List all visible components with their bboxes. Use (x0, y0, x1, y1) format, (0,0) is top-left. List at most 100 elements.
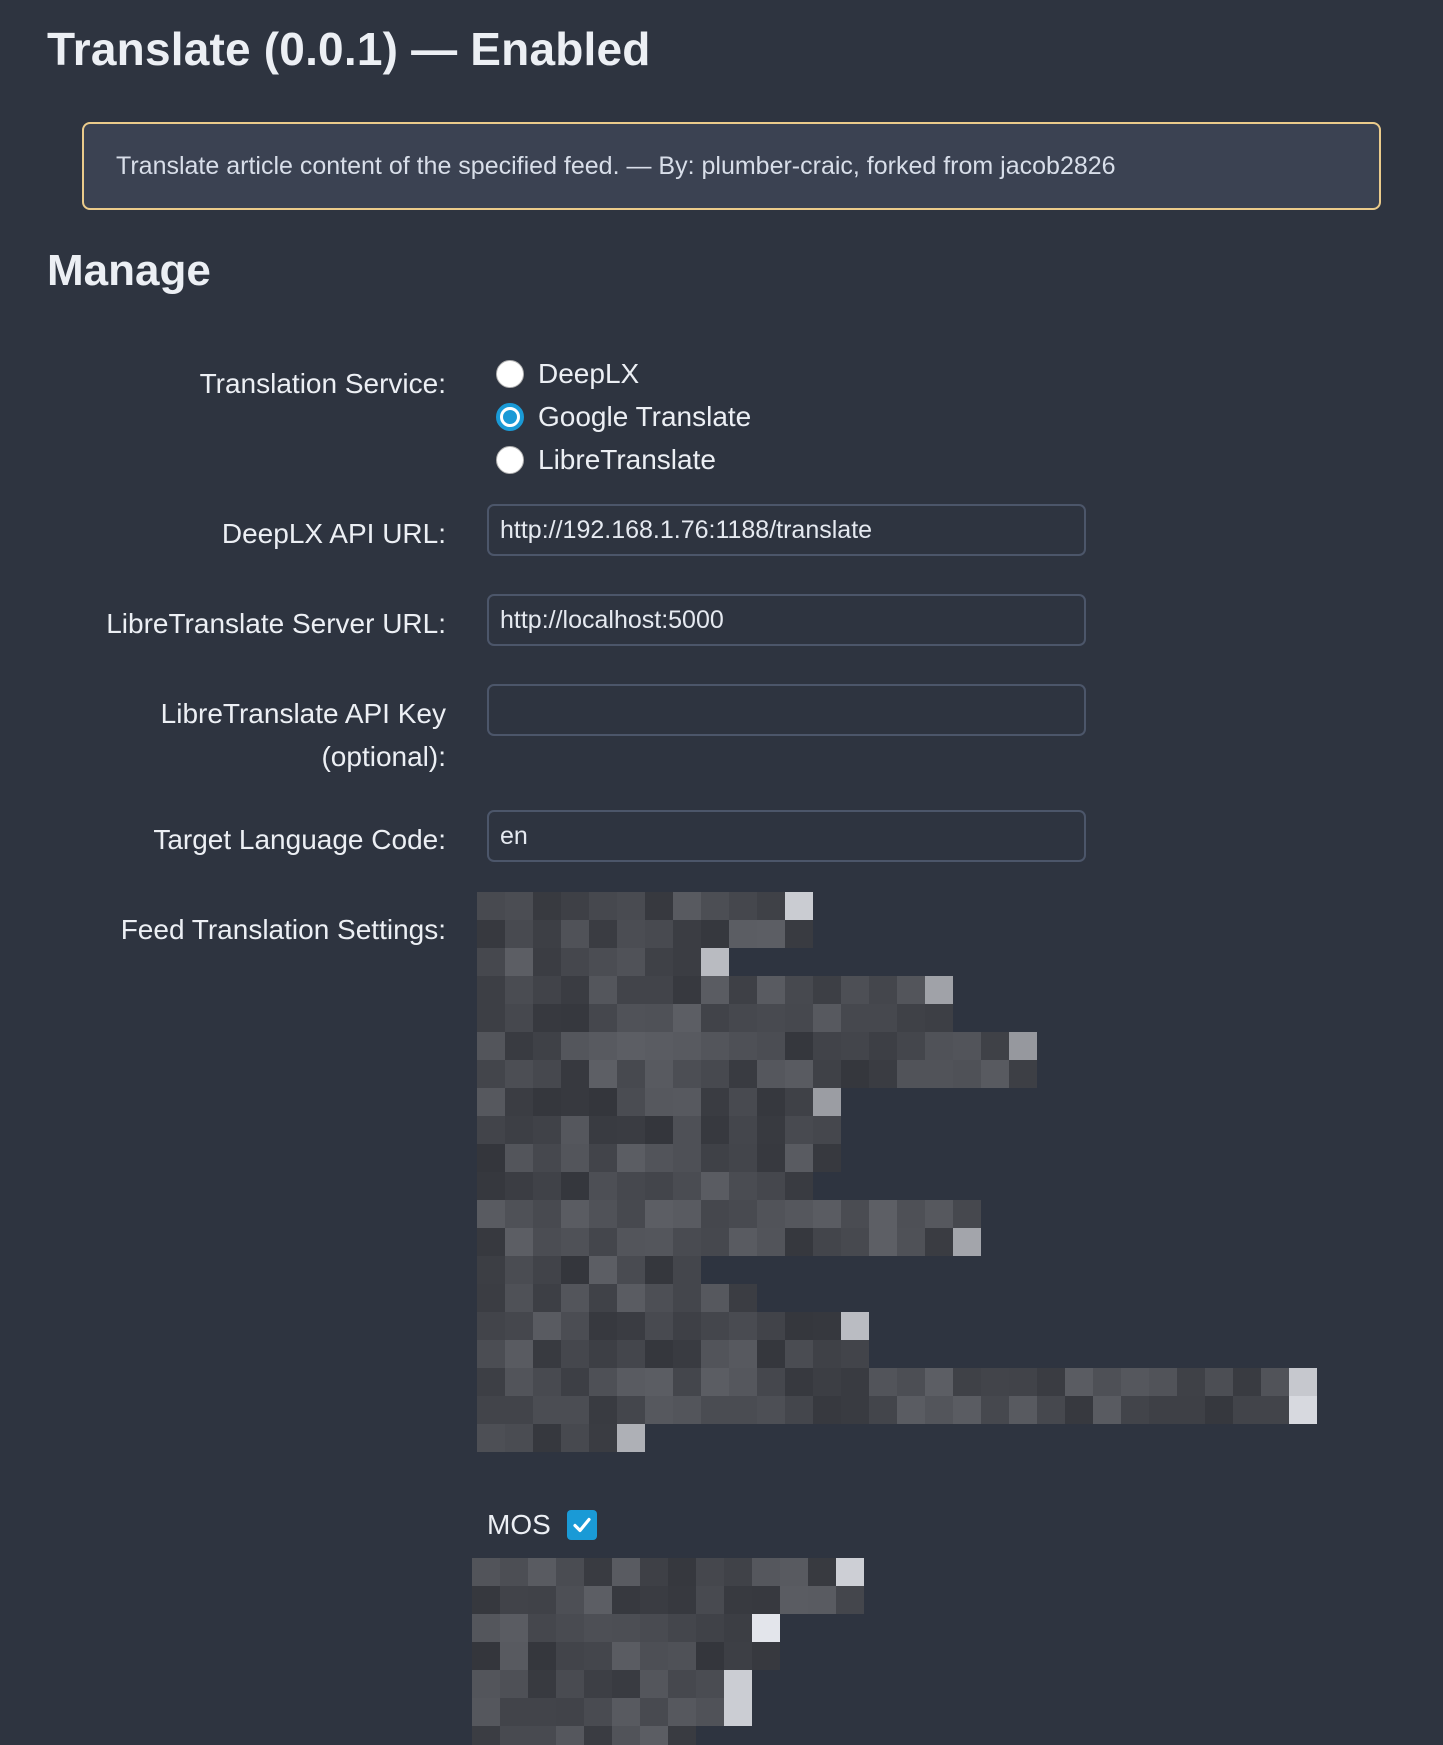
redacted-pixel (645, 948, 673, 976)
redacted-pixel (584, 1586, 612, 1614)
redacted-pixel (1121, 1368, 1149, 1396)
redacted-pixel (561, 1368, 589, 1396)
plugin-description-notice: Translate article content of the specifi… (82, 122, 1381, 210)
redacted-pixel (696, 1586, 724, 1614)
redacted-pixel (500, 1642, 528, 1670)
redacted-pixel (813, 1144, 841, 1172)
redacted-pixel (645, 1004, 673, 1032)
redacted-pixel (668, 1586, 696, 1614)
redacted-pixel (785, 1116, 813, 1144)
libretranslate-server-url-input[interactable] (487, 594, 1086, 646)
redacted-pixel (925, 1060, 953, 1088)
redacted-pixel (701, 1172, 729, 1200)
target-language-code-input[interactable] (487, 810, 1086, 862)
plugin-config-page: Translate (0.0.1) — Enabled Translate ar… (0, 0, 1443, 1745)
redacted-pixel (477, 1032, 505, 1060)
redacted-pixel (701, 1116, 729, 1144)
deeplx-api-url-input[interactable] (487, 504, 1086, 556)
redacted-pixel (612, 1558, 640, 1586)
redacted-pixel (673, 1144, 701, 1172)
redacted-pixel (813, 1396, 841, 1424)
redacted-pixel (724, 1698, 752, 1726)
redacted-pixel (617, 1340, 645, 1368)
redacted-pixel (561, 1200, 589, 1228)
redacted-pixel (612, 1586, 640, 1614)
redacted-pixel (1177, 1368, 1205, 1396)
redacted-pixel (500, 1586, 528, 1614)
redacted-pixel (701, 1368, 729, 1396)
radio-label-deeplx: DeepLX (538, 358, 640, 389)
radio-option-deeplx[interactable]: DeepLX (496, 356, 639, 392)
feed-item-mos[interactable]: MOS (487, 1505, 597, 1545)
radio-label-libretranslate: LibreTranslate (538, 444, 716, 475)
redacted-pixel (981, 1368, 1009, 1396)
redacted-pixel (701, 948, 729, 976)
redacted-pixel (477, 1424, 505, 1452)
redacted-pixel (561, 1172, 589, 1200)
radio-deeplx[interactable] (496, 360, 524, 388)
redacted-pixel (701, 920, 729, 948)
redacted-pixel (589, 1340, 617, 1368)
redacted-pixel (1205, 1368, 1233, 1396)
redacted-pixel (757, 976, 785, 1004)
redacted-pixel (1009, 1368, 1037, 1396)
redacted-pixel (869, 1004, 897, 1032)
redacted-pixel (477, 1088, 505, 1116)
radio-option-google-translate[interactable]: Google Translate (496, 399, 751, 435)
redacted-pixel (477, 1060, 505, 1088)
redacted-pixel (729, 1396, 757, 1424)
redacted-pixel (617, 976, 645, 1004)
redacted-pixel (1009, 1060, 1037, 1088)
redacted-pixel (673, 1172, 701, 1200)
redacted-pixel (645, 1340, 673, 1368)
redacted-pixel (561, 920, 589, 948)
redacted-pixel (617, 1424, 645, 1452)
libretranslate-api-key-input[interactable] (487, 684, 1086, 736)
redacted-pixel (589, 1228, 617, 1256)
redacted-pixel (640, 1726, 668, 1745)
redacted-pixel (617, 1172, 645, 1200)
redacted-pixel (533, 1368, 561, 1396)
redacted-pixel (1093, 1368, 1121, 1396)
libretranslate-api-key-label-line2: (optional): (321, 741, 446, 772)
redacted-pixel (505, 1144, 533, 1172)
translation-service-label: Translation Service: (199, 368, 446, 399)
redacted-pixel (813, 1368, 841, 1396)
redacted-pixel (617, 1284, 645, 1312)
redacted-pixel (472, 1558, 500, 1586)
redacted-pixel (645, 1312, 673, 1340)
feed-item-mos-checkbox[interactable] (566, 1510, 597, 1540)
redacted-pixel (813, 1340, 841, 1368)
redacted-pixel (813, 1200, 841, 1228)
redacted-pixel (780, 1558, 808, 1586)
redacted-pixel (505, 1396, 533, 1424)
radio-google-translate[interactable] (496, 403, 524, 431)
redacted-pixel (841, 1032, 869, 1060)
redacted-pixel (1121, 1396, 1149, 1424)
redacted-pixel (757, 1004, 785, 1032)
redacted-pixel (701, 1200, 729, 1228)
redacted-pixel (785, 1088, 813, 1116)
redacted-pixel (757, 1116, 785, 1144)
redacted-pixel (533, 1004, 561, 1032)
redacted-pixel (472, 1586, 500, 1614)
redacted-pixel (701, 1228, 729, 1256)
redacted-pixel (757, 1088, 785, 1116)
radio-libretranslate[interactable] (496, 446, 524, 474)
redacted-pixel (617, 1060, 645, 1088)
redacted-pixel (724, 1586, 752, 1614)
pixelated-feed-list-bottom (472, 1558, 892, 1745)
redacted-pixel (869, 1368, 897, 1396)
redacted-pixel (785, 976, 813, 1004)
redacted-pixel (785, 1144, 813, 1172)
redacted-pixel (533, 1284, 561, 1312)
redacted-pixel (729, 1200, 757, 1228)
redacted-pixel (1149, 1396, 1177, 1424)
redacted-pixel (729, 1340, 757, 1368)
redacted-pixel (673, 1368, 701, 1396)
redacted-pixel (729, 1144, 757, 1172)
radio-option-libretranslate[interactable]: LibreTranslate (496, 442, 716, 478)
redacted-pixel (556, 1726, 584, 1745)
redacted-pixel (589, 1256, 617, 1284)
redacted-pixel (1261, 1368, 1289, 1396)
